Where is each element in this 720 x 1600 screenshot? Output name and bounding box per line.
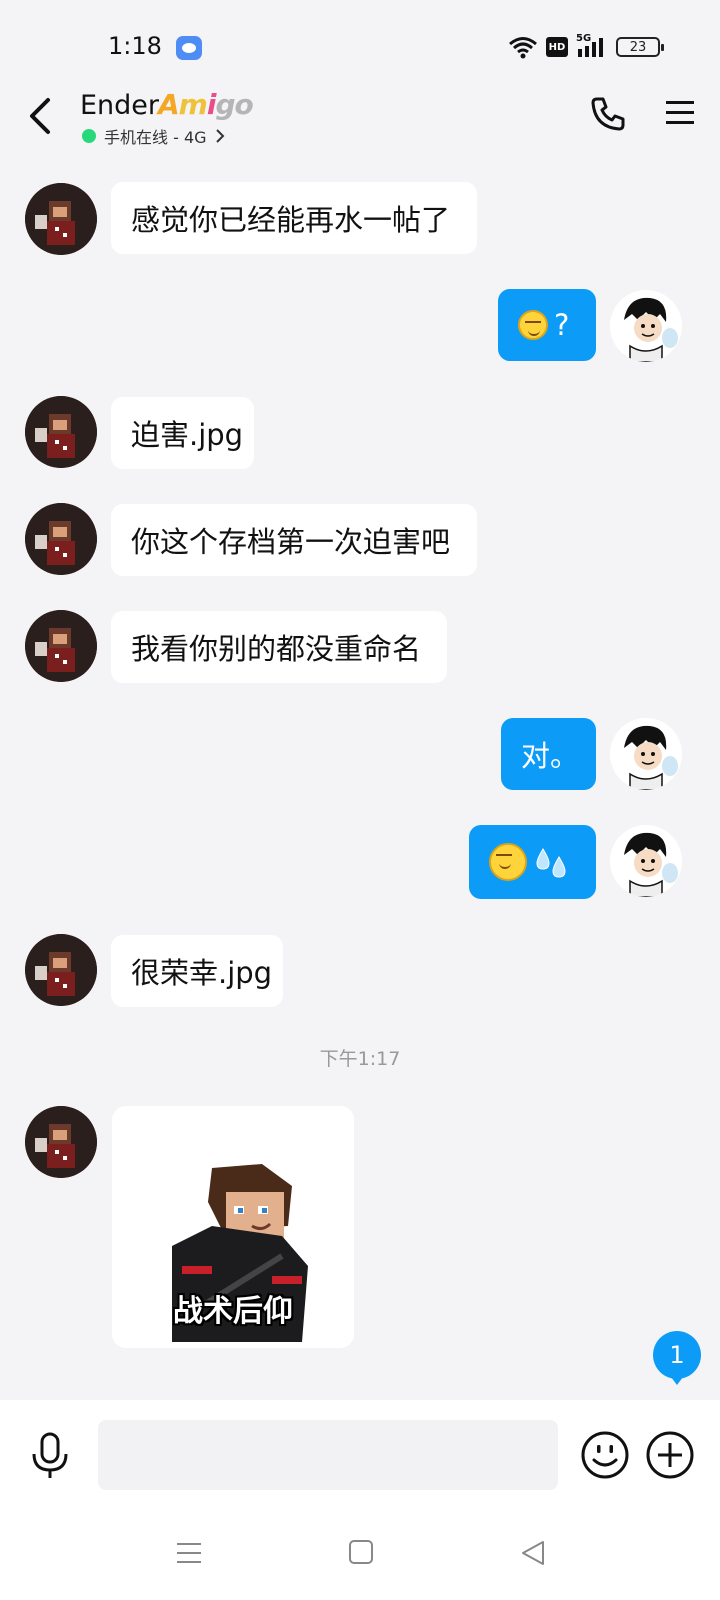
contact-avatar[interactable] [25, 183, 97, 255]
contact-name[interactable]: Ender [80, 90, 159, 121]
self-avatar[interactable] [610, 718, 682, 790]
status-indicators: HD 5G 23 [508, 33, 664, 60]
nav-back-icon[interactable] [520, 1539, 546, 1567]
unread-count-badge[interactable]: 1 [653, 1331, 701, 1385]
message-text: 你这个存档第一次迫害吧 [131, 525, 451, 559]
recent-apps-icon[interactable] [176, 1540, 202, 1566]
message-bubble-self[interactable] [469, 825, 596, 899]
message-input[interactable] [98, 1420, 558, 1490]
home-icon[interactable] [348, 1539, 374, 1565]
sweat-droplets-icon [536, 848, 566, 878]
chat-header: Ender Amigo 手机在线 - 4G [0, 86, 720, 150]
phone-icon[interactable] [590, 96, 626, 132]
wifi-icon [509, 37, 537, 59]
grinning-emoji-icon [489, 843, 527, 881]
message-text: 迫害.jpg [131, 418, 244, 452]
message-bubble[interactable]: 迫害.jpg [111, 397, 254, 469]
chevron-right-icon [215, 129, 224, 143]
signal-icon: 5G [576, 33, 608, 59]
message-text: 感觉你已经能再水一帖了 [131, 203, 451, 237]
contact-avatar[interactable] [25, 934, 97, 1006]
online-dot-icon [82, 129, 96, 143]
grinning-emoji-icon [518, 310, 548, 340]
back-arrow-icon[interactable] [24, 96, 56, 136]
sticker-caption: 战术后仰 [173, 1294, 293, 1329]
hd-badge: HD [546, 37, 568, 57]
app-notification-icon [176, 36, 202, 60]
sticker-message[interactable]: 战术后仰 [112, 1106, 354, 1348]
message-bubble[interactable]: 很荣幸.jpg [111, 935, 283, 1007]
battery-indicator: 23 [616, 37, 664, 57]
amigo-badge: Amigo [158, 88, 254, 121]
status-bar: 1:18 HD 5G 23 [0, 0, 720, 90]
system-nav-bar [0, 1510, 720, 1600]
emoji-icon[interactable] [580, 1430, 630, 1480]
contact-avatar[interactable] [25, 396, 97, 468]
self-avatar[interactable] [610, 290, 682, 362]
message-text: 对。 [521, 739, 580, 773]
message-bubble-self[interactable]: 对。 [501, 718, 596, 790]
self-avatar[interactable] [610, 825, 682, 897]
message-timestamp: 下午1:17 [319, 1048, 401, 1070]
message-bubble[interactable]: 你这个存档第一次迫害吧 [111, 504, 477, 576]
status-time: 1:18 [108, 32, 162, 60]
online-status-row[interactable]: 手机在线 - 4G [82, 124, 225, 148]
microphone-icon[interactable] [30, 1432, 70, 1480]
input-bar [0, 1400, 720, 1510]
message-bubble[interactable]: 感觉你已经能再水一帖了 [111, 182, 477, 254]
online-status: 手机在线 - 4G [104, 128, 207, 147]
message-text: 我看你别的都没重命名 [131, 632, 422, 666]
contact-avatar[interactable] [25, 503, 97, 575]
message-text: 很荣幸.jpg [131, 956, 273, 990]
message-text: ? [554, 308, 570, 342]
battery-level: 23 [629, 39, 647, 55]
menu-icon[interactable] [664, 98, 696, 128]
contact-avatar[interactable] [25, 1106, 97, 1178]
message-bubble[interactable]: 我看你别的都没重命名 [111, 611, 447, 683]
plus-icon[interactable] [645, 1430, 695, 1480]
message-bubble-self[interactable]: ? [498, 289, 596, 361]
contact-avatar[interactable] [25, 610, 97, 682]
